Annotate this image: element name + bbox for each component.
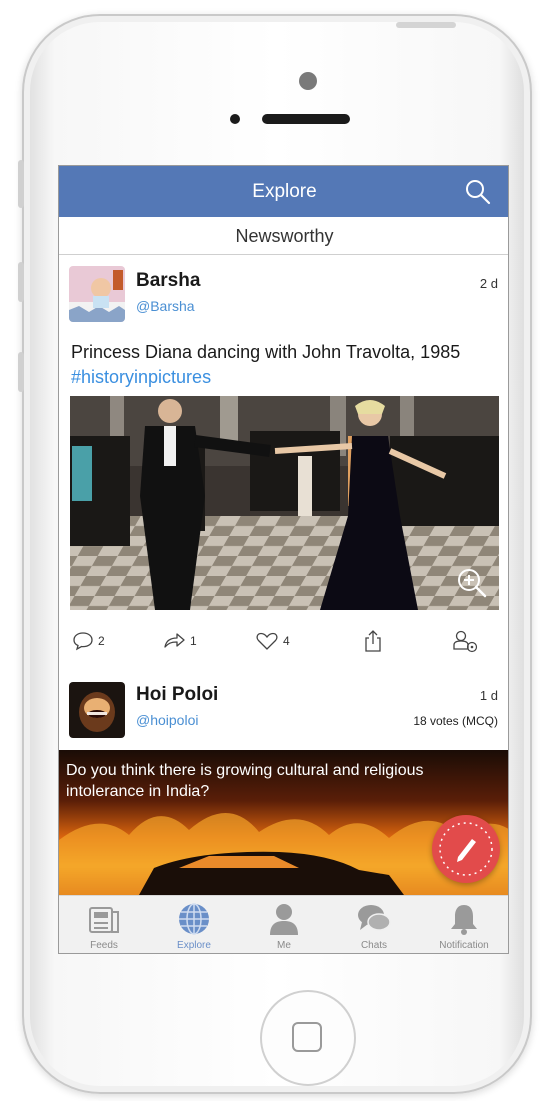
poll-question: Do you think there is growing cultural a…	[66, 762, 424, 800]
post-handle[interactable]: @Barsha	[136, 298, 195, 314]
home-button[interactable]	[260, 990, 356, 1086]
avatar[interactable]	[69, 682, 125, 738]
poll-vote-count: 18 votes (MCQ)	[413, 714, 498, 728]
post-handle[interactable]: @hoipoloi	[136, 712, 198, 728]
share-icon	[365, 630, 381, 652]
volume-up-button	[18, 262, 24, 302]
tab-explore[interactable]: Explore	[149, 896, 239, 953]
repost-count: 1	[190, 634, 197, 648]
follow-user-button[interactable]	[452, 626, 478, 656]
chat-icon	[358, 905, 391, 931]
avatar[interactable]	[69, 266, 125, 322]
post-timestamp: 2 d	[479, 276, 498, 291]
repost-icon	[164, 633, 185, 648]
tab-chats[interactable]: Chats	[329, 896, 419, 953]
app-screen: Explore Newsworthy Barsha @Barsha 2 d Pr…	[58, 165, 509, 954]
volume-down-button	[18, 352, 24, 392]
bell-icon	[451, 905, 477, 935]
globe-icon	[179, 903, 209, 935]
tab-notification[interactable]: Notification	[419, 896, 508, 953]
post-card: Barsha @Barsha 2 d Princess Diana dancin…	[59, 266, 508, 686]
post-actions: 2 1 4	[59, 626, 508, 656]
tab-label: Me	[277, 940, 291, 951]
tab-bar: Feeds Explore Me Chats Notification	[59, 895, 508, 953]
hashtag-link[interactable]: #historyinpictures	[71, 367, 211, 387]
person-icon	[270, 904, 298, 935]
post-photo[interactable]	[70, 396, 499, 610]
tab-label: Notification	[439, 940, 489, 951]
comment-count: 2	[98, 634, 105, 648]
power-button	[396, 22, 456, 28]
front-camera	[299, 72, 317, 90]
comment-icon	[73, 632, 93, 651]
post-username[interactable]: Barsha	[136, 270, 200, 292]
zoom-in-icon[interactable]	[455, 566, 489, 600]
proximity-sensor	[230, 114, 240, 124]
post-username[interactable]: Hoi Poloi	[136, 684, 218, 706]
pencil-icon	[439, 822, 493, 876]
tab-label: Chats	[360, 940, 388, 951]
post-timestamp: 1 d	[479, 688, 498, 703]
like-button[interactable]: 4	[255, 626, 290, 656]
share-button[interactable]	[363, 626, 383, 656]
section-tab-newsworthy[interactable]: Newsworthy	[59, 217, 508, 255]
heart-icon	[256, 632, 278, 650]
earpiece-speaker	[262, 114, 350, 124]
repost-button[interactable]: 1	[162, 626, 197, 656]
home-square-icon	[292, 1022, 322, 1052]
add-person-icon	[453, 630, 478, 653]
feeds-icon	[89, 907, 119, 933]
compose-button[interactable]	[432, 815, 500, 883]
mute-switch	[18, 160, 24, 208]
post-body: Princess Diana dancing with John Travolt…	[71, 342, 461, 362]
tab-label: Feeds	[90, 940, 118, 951]
post-card: Hoi Poloi @hoipoloi 1 d 18 votes (MCQ)	[59, 682, 508, 750]
post-text: Princess Diana dancing with John Travolt…	[71, 340, 501, 390]
tab-label: Explore	[177, 940, 211, 951]
like-count: 4	[283, 634, 290, 648]
comment-button[interactable]: 2	[72, 626, 105, 656]
page-title: Explore	[252, 181, 317, 202]
tab-me[interactable]: Me	[239, 896, 329, 953]
navigation-bar: Explore	[59, 166, 508, 217]
search-icon[interactable]	[464, 178, 492, 206]
tab-feeds[interactable]: Feeds	[59, 896, 149, 953]
